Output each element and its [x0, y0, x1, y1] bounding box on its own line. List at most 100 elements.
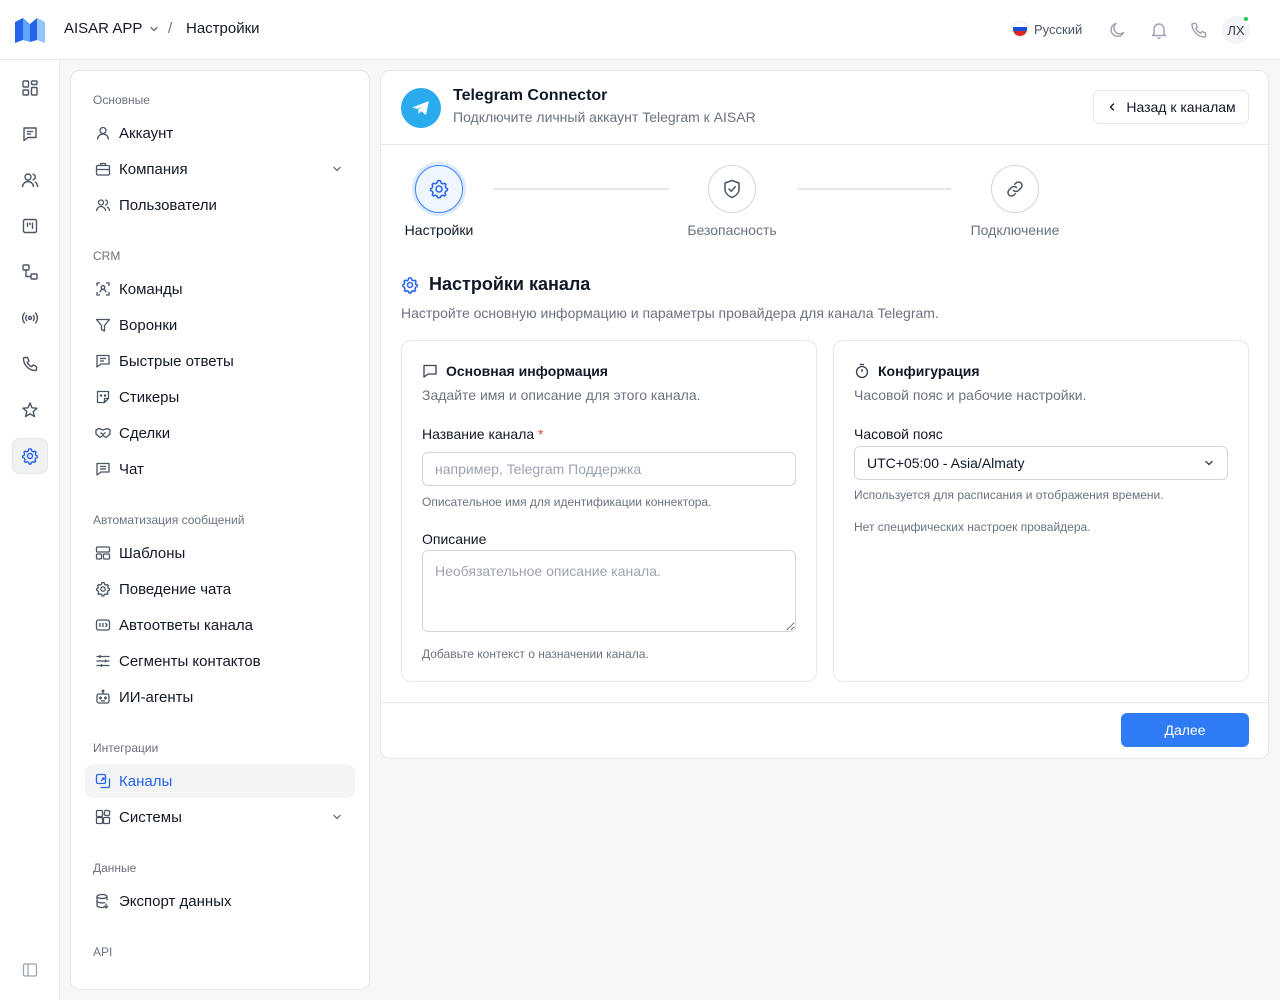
rail-collapse[interactable] [12, 952, 48, 988]
user-icon [96, 126, 110, 140]
description-textarea[interactable] [422, 550, 796, 632]
channel-name-input[interactable] [422, 452, 796, 486]
rail-broadcast[interactable] [12, 300, 48, 336]
channel-name-label-text: Название канала [422, 426, 535, 442]
nav-item-data-export[interactable]: Экспорт данных [85, 884, 355, 918]
users-icon [21, 173, 39, 188]
nav-item-chat[interactable]: Чат [85, 452, 355, 486]
user-avatar[interactable]: ЛХ [1222, 16, 1250, 44]
workflow-icon [22, 264, 38, 280]
description-label: Описание [422, 531, 487, 547]
autoreply-icon [95, 619, 111, 631]
timezone-hint: Используется для расписания и отображени… [854, 488, 1164, 502]
handshake-icon [95, 427, 111, 439]
nav-item-ai-agents[interactable]: ИИ-агенты [85, 680, 355, 714]
database-icon [96, 893, 109, 909]
nav-item-chat-behavior[interactable]: Поведение чата [85, 572, 355, 606]
step-connection[interactable] [991, 165, 1039, 213]
language-switcher[interactable]: Русский [1012, 21, 1082, 37]
card-header: Telegram Connector Подключите личный акк… [381, 71, 1268, 145]
nav-item-templates[interactable]: Шаблоны [85, 536, 355, 570]
step-settings[interactable] [415, 165, 463, 213]
rail-messages[interactable] [12, 116, 48, 152]
basic-info-title: Основная информация [422, 363, 608, 379]
nav-item-label: ИИ-агенты [119, 688, 194, 706]
chevron-left-icon [1110, 103, 1115, 111]
gear-icon [429, 179, 449, 199]
nav-item-quick-replies[interactable]: Быстрые ответы [85, 344, 355, 378]
sidebar-collapse-icon [22, 963, 38, 977]
phone-icon[interactable] [1189, 20, 1209, 40]
timezone-select[interactable]: UTC+05:00 - Asia/Almaty [854, 446, 1228, 480]
rail-dashboard[interactable] [12, 70, 48, 106]
rail-favorites[interactable] [12, 392, 48, 428]
nav-item-label: Чат [119, 460, 144, 478]
nav-item-stickers[interactable]: Стикеры [85, 380, 355, 414]
briefcase-icon [95, 162, 111, 176]
kanban-icon [22, 218, 38, 234]
channel-name-label: Название канала * [422, 426, 544, 442]
step-label-security: Безопасность [687, 222, 777, 238]
channels-icon [95, 773, 111, 789]
nav-item-channel-autoreplies[interactable]: Автоответы канала [85, 608, 355, 642]
gear-icon [95, 581, 111, 597]
star-icon [22, 402, 38, 418]
app-switcher[interactable]: AISAR APP [64, 20, 160, 37]
rail-workflows[interactable] [12, 254, 48, 290]
timer-icon [855, 363, 869, 379]
timezone-value: UTC+05:00 - Asia/Almaty [867, 455, 1025, 471]
chevron-down-icon[interactable] [331, 811, 343, 823]
rail-kanban[interactable] [12, 208, 48, 244]
nav-item-channels[interactable]: Каналы [85, 764, 355, 798]
configuration-description: Часовой пояс и рабочие настройки. [854, 387, 1087, 403]
top-bar: AISAR APP / Настройки Русский ЛХ [0, 0, 1280, 60]
nav-item-label: Аккаунт [119, 124, 174, 142]
nav-section-title: API [93, 945, 113, 959]
avatar-initials: ЛХ [1227, 22, 1245, 38]
message-square-icon [423, 364, 437, 378]
quick-reply-icon [96, 354, 110, 368]
nav-section-title: Данные [93, 861, 137, 875]
chevron-down-icon[interactable] [331, 163, 343, 175]
nav-item-company[interactable]: Компания [85, 152, 355, 186]
icon-rail [0, 60, 60, 1000]
next-button[interactable]: Далее [1121, 713, 1249, 747]
step-connector-line [493, 188, 669, 190]
online-status-dot [1243, 16, 1249, 22]
chevron-down-icon [150, 26, 159, 31]
rail-calls[interactable] [12, 346, 48, 382]
section-description: Настройте основную информацию и параметр… [401, 305, 939, 321]
back-button-label: Назад к каналам [1126, 99, 1236, 115]
required-mark: * [538, 426, 544, 442]
nav-item-label: Компания [119, 160, 188, 178]
nav-item-account[interactable]: Аккаунт [85, 116, 355, 150]
configuration-title-text: Конфигурация [878, 363, 980, 379]
russia-flag-icon [1012, 21, 1028, 37]
rail-contacts[interactable] [12, 162, 48, 198]
basic-info-title-text: Основная информация [446, 363, 608, 379]
rail-settings[interactable] [12, 438, 48, 474]
nav-item-funnels[interactable]: Воронки [85, 308, 355, 342]
nav-item-users[interactable]: Пользователи [85, 188, 355, 222]
back-to-channels-button[interactable]: Назад к каналам [1093, 90, 1249, 124]
nav-section-title: CRM [93, 249, 121, 263]
chat-icon [96, 462, 110, 476]
nav-item-label: Поведение чата [119, 580, 232, 598]
nav-item-label: Пользователи [119, 196, 217, 214]
nav-item-label: Стикеры [119, 388, 180, 406]
nav-item-deals[interactable]: Сделки [85, 416, 355, 450]
nav-item-teams[interactable]: Команды [85, 272, 355, 306]
bot-icon [96, 689, 110, 704]
configuration-card: Конфигурация Часовой пояс и рабочие наст… [833, 340, 1249, 682]
telegram-icon [401, 88, 441, 128]
step-connector-line [798, 188, 951, 190]
moon-icon[interactable] [1108, 20, 1128, 40]
step-security[interactable] [708, 165, 756, 213]
nav-item-systems[interactable]: Системы [85, 800, 355, 834]
language-label: Русский [1034, 21, 1083, 37]
bell-icon[interactable] [1149, 20, 1169, 40]
connector-title: Telegram Connector [453, 87, 608, 104]
app-logo[interactable] [14, 16, 46, 44]
nav-item-contact-segments[interactable]: Сегменты контактов [85, 644, 355, 678]
footer-divider [381, 702, 1268, 703]
